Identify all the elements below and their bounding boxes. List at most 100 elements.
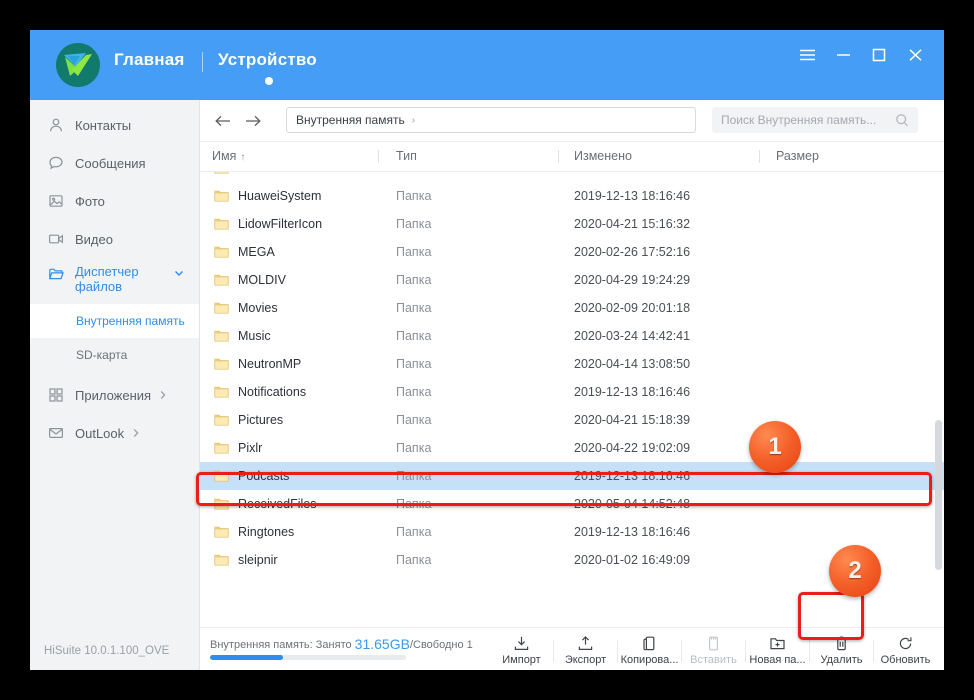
path-breadcrumb-input[interactable]: Внутренняя память › xyxy=(286,107,696,133)
cell-type: Папка xyxy=(396,553,432,567)
cell-modified: 2019-12-13 18:16:46 xyxy=(574,525,691,539)
title-bar: Главная Устройство xyxy=(30,30,944,100)
nav-separator xyxy=(202,52,203,72)
apps-grid-icon xyxy=(48,386,70,404)
search-icon[interactable] xyxy=(895,113,909,127)
hamburger-menu-icon[interactable] xyxy=(792,42,822,68)
arrow-right-icon[interactable] xyxy=(242,111,264,131)
cell-name: Huawei xyxy=(238,172,280,175)
cell-modified: 2020-05-04 14:52:48 xyxy=(574,497,691,511)
nav-device-label[interactable]: Устройство xyxy=(218,50,317,70)
table-row[interactable]: Huawei Папка 2020-02-08 19:09:09 xyxy=(200,172,944,182)
folder-icon xyxy=(214,552,229,567)
table-row[interactable]: Pixlr Папка 2020-04-22 19:02:09 xyxy=(200,434,944,462)
sidebar-item-contacts[interactable]: Контакты xyxy=(30,106,199,144)
folder-icon xyxy=(214,300,229,315)
column-divider xyxy=(378,150,379,163)
sidebar-item-label: OutLook xyxy=(75,425,125,441)
cell-modified: 2019-12-13 18:16:46 xyxy=(574,385,691,399)
toolbar-button-label: Новая па... xyxy=(749,654,806,666)
folder-icon xyxy=(214,524,229,539)
table-row[interactable]: MOLDIV Папка 2020-04-29 19:24:29 xyxy=(200,266,944,294)
address-bar: Внутренняя память › Поиск Внутренняя пам… xyxy=(200,100,944,142)
storage-used-value: 31.65GB xyxy=(354,636,410,652)
action-toolbar: Импорт Экспорт Копирова... Вставить Новая па… xyxy=(490,630,937,670)
chevron-right-icon[interactable] xyxy=(131,427,141,439)
vertical-scrollbar[interactable] xyxy=(935,270,942,627)
cell-modified: 2020-02-08 19:09:09 xyxy=(574,172,690,175)
search-input[interactable]: Поиск Внутренняя память... xyxy=(712,107,918,133)
toolbar-button-copy[interactable]: Копирова... xyxy=(618,631,681,671)
mail-envelope-icon xyxy=(48,424,70,442)
toolbar-button-new-folder[interactable]: Новая па... xyxy=(746,631,809,671)
toolbar-button-import-download[interactable]: Импорт xyxy=(490,631,553,671)
scrollbar-thumb[interactable] xyxy=(935,420,942,570)
minimize-icon[interactable] xyxy=(828,42,858,68)
contacts-person-icon xyxy=(48,116,70,134)
video-camera-icon xyxy=(48,230,70,248)
toolbar-button-export-upload[interactable]: Экспорт xyxy=(554,631,617,671)
sidebar-item-label: Сообщения xyxy=(75,155,146,171)
cell-type: Папка xyxy=(396,172,431,175)
sidebar-subitem-internal-storage[interactable]: Внутренняя память xyxy=(30,304,199,338)
sidebar-item-apps[interactable]: Приложения xyxy=(30,376,199,414)
cell-type: Папка xyxy=(396,469,432,483)
column-header-type[interactable]: Тип xyxy=(396,149,417,163)
table-row[interactable]: LidowFilterIcon Папка 2020-04-21 15:16:32 xyxy=(200,210,944,238)
folder-icon xyxy=(214,412,229,427)
nav-home-label[interactable]: Главная xyxy=(114,50,185,70)
table-row[interactable]: MEGA Папка 2020-02-26 17:52:16 xyxy=(200,238,944,266)
window-controls xyxy=(792,42,930,68)
close-icon[interactable] xyxy=(900,42,930,68)
export-upload-icon xyxy=(577,635,594,652)
cell-name: Movies xyxy=(238,301,278,315)
sidebar-item-file-manager[interactable]: Диспетчер файлов xyxy=(30,258,199,304)
table-row[interactable]: Music Папка 2020-03-24 14:42:41 xyxy=(200,322,944,350)
table-row[interactable]: Ringtones Папка 2019-12-13 18:16:46 xyxy=(200,518,944,546)
folder-icon xyxy=(214,496,229,511)
table-row[interactable]: ReceivedFiles Папка 2020-05-04 14:52:48 xyxy=(200,490,944,518)
folder-icon xyxy=(214,356,229,371)
folder-icon xyxy=(214,272,229,287)
sidebar-subitem-sd-card[interactable]: SD-карта xyxy=(30,338,199,372)
cell-name: Ringtones xyxy=(238,525,295,539)
table-row[interactable]: Movies Папка 2020-02-09 20:01:18 xyxy=(200,294,944,322)
column-header-size[interactable]: Размер xyxy=(776,149,819,163)
chevron-right-icon[interactable] xyxy=(158,389,168,401)
sidebar-item-label: Фото xyxy=(75,193,105,209)
sidebar-item-photo[interactable]: Фото xyxy=(30,182,199,220)
sidebar-item-label: Видео xyxy=(75,231,113,247)
storage-progress-bar xyxy=(210,655,406,660)
cell-modified: 2020-02-26 17:52:16 xyxy=(574,245,691,259)
folder-icon xyxy=(214,328,229,343)
table-row[interactable]: Notifications Папка 2019-12-13 18:16:46 xyxy=(200,378,944,406)
toolbar-button-label: Импорт xyxy=(502,654,541,666)
storage-progress-fill xyxy=(210,655,283,660)
toolbar-button-trash-delete[interactable]: Удалить xyxy=(810,631,873,671)
maximize-icon[interactable] xyxy=(864,42,894,68)
sidebar-item-video[interactable]: Видео xyxy=(30,220,199,258)
breadcrumb-chevron-icon: › xyxy=(411,114,416,126)
table-row[interactable]: Podcasts Папка 2019-12-13 18:16:46 xyxy=(200,462,944,490)
column-header-modified[interactable]: Изменено xyxy=(574,149,632,163)
paste-icon xyxy=(705,635,722,652)
sidebar-item-label: Диспетчер файлов xyxy=(75,264,139,294)
sidebar-item-messages[interactable]: Сообщения xyxy=(30,144,199,182)
sidebar-item-outlook[interactable]: OutLook xyxy=(30,414,199,452)
toolbar-button-label: Копирова... xyxy=(620,654,679,666)
toolbar-button-refresh[interactable]: Обновить xyxy=(874,631,937,671)
table-row[interactable]: NeutronMP Папка 2020-04-14 13:08:50 xyxy=(200,350,944,378)
refresh-icon xyxy=(897,635,914,652)
cell-modified: 2020-04-29 19:24:29 xyxy=(574,273,691,287)
table-row[interactable]: Pictures Папка 2020-04-21 15:18:39 xyxy=(200,406,944,434)
column-header-name[interactable]: Имя ↑ xyxy=(212,149,245,163)
arrow-left-icon[interactable] xyxy=(212,111,234,131)
active-tab-indicator-dot xyxy=(265,77,273,85)
cell-modified: 2020-02-09 20:01:18 xyxy=(574,301,691,315)
folder-icon xyxy=(214,384,229,399)
folder-open-icon xyxy=(48,265,70,283)
folder-icon xyxy=(214,244,229,259)
cell-name: LidowFilterIcon xyxy=(238,217,323,231)
chevron-down-icon[interactable] xyxy=(173,267,185,282)
table-row[interactable]: HuaweiSystem Папка 2019-12-13 18:16:46 xyxy=(200,182,944,210)
